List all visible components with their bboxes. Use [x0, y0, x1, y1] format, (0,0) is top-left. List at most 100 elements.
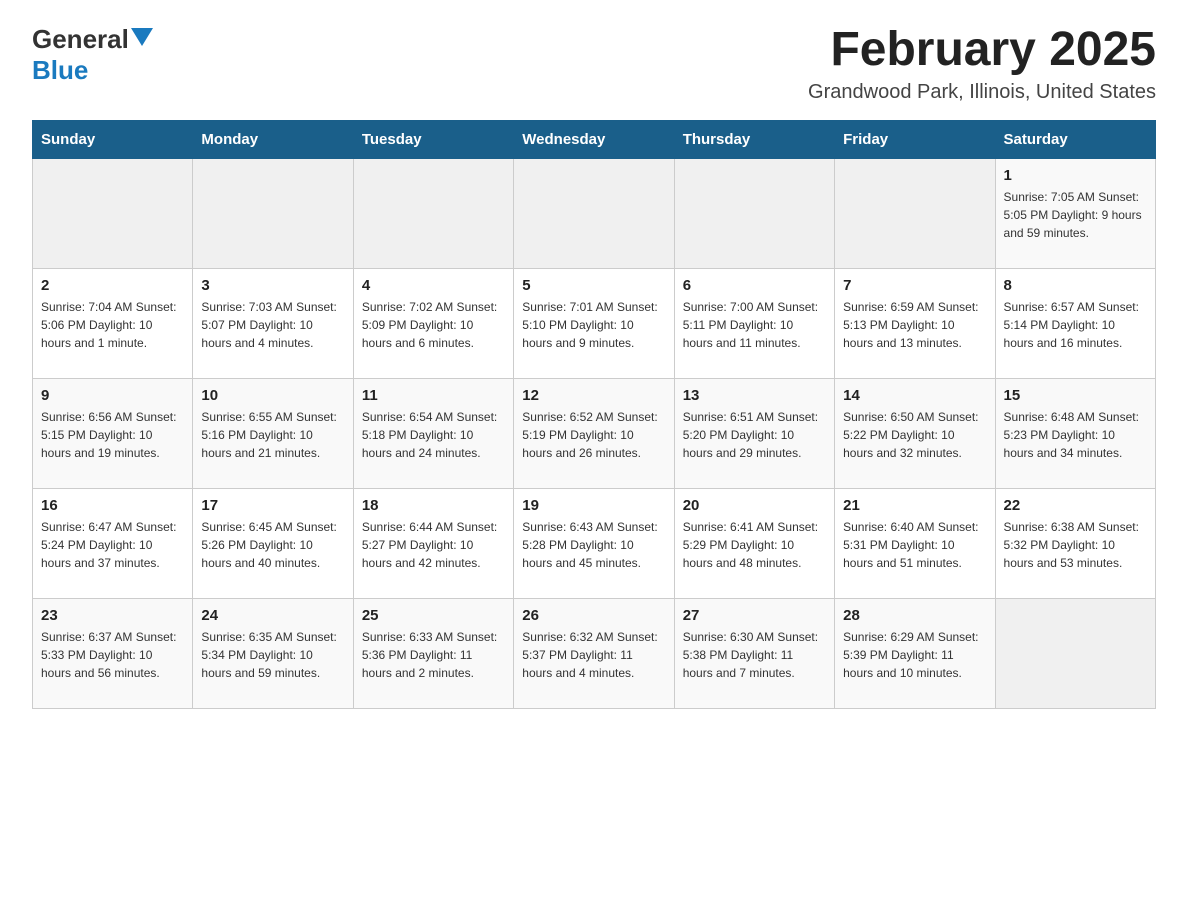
day-number: 13 — [683, 387, 826, 404]
day-info: Sunrise: 6:54 AM Sunset: 5:18 PM Dayligh… — [362, 408, 505, 462]
calendar-cell: 7 Sunrise: 6:59 AM Sunset: 5:13 PM Daylig… — [835, 268, 995, 378]
calendar-week-row: 23Sunrise: 6:37 AM Sunset: 5:33 PM Dayli… — [33, 598, 1156, 708]
day-number: 25 — [362, 607, 505, 624]
calendar-header-wednesday: Wednesday — [514, 120, 674, 158]
day-number: 6 — [683, 277, 826, 294]
day-number: 10 — [201, 387, 344, 404]
calendar-cell: 12 Sunrise: 6:52 AM Sunset: 5:19 PM Dayli… — [514, 378, 674, 488]
day-info: Sunrise: 6:59 AM Sunset: 5:13 PM Dayligh… — [843, 298, 986, 352]
day-info: Sunrise: 6:56 AM Sunset: 5:15 PM Dayligh… — [41, 408, 184, 462]
calendar-cell — [33, 158, 193, 268]
day-info: Sunrise: 7:04 AM Sunset: 5:06 PM Dayligh… — [41, 298, 184, 352]
day-info: Sunrise: 6:51 AM Sunset: 5:20 PM Dayligh… — [683, 408, 826, 462]
calendar-cell — [514, 158, 674, 268]
day-info: Sunrise: 6:55 AM Sunset: 5:16 PM Dayligh… — [201, 408, 344, 462]
calendar-week-row: 16 Sunrise: 6:47 AM Sunset: 5:24 PM Dayli… — [33, 488, 1156, 598]
calendar-cell: 14 Sunrise: 6:50 AM Sunset: 5:22 PM Dayli… — [835, 378, 995, 488]
calendar-cell: 3Sunrise: 7:03 AM Sunset: 5:07 PM Daylig… — [193, 268, 353, 378]
day-info: Sunrise: 6:33 AM Sunset: 5:36 PM Dayligh… — [362, 628, 505, 682]
calendar-cell — [835, 158, 995, 268]
day-info: Sunrise: 6:30 AM Sunset: 5:38 PM Dayligh… — [683, 628, 826, 682]
day-number: 23 — [41, 607, 184, 624]
day-number: 16 — [41, 497, 184, 514]
calendar-header-thursday: Thursday — [674, 120, 834, 158]
day-number: 15 — [1004, 387, 1147, 404]
calendar-header-sunday: Sunday — [33, 120, 193, 158]
calendar-header-friday: Friday — [835, 120, 995, 158]
day-info: Sunrise: 6:43 AM Sunset: 5:28 PM Dayligh… — [522, 518, 665, 572]
logo-arrow-icon — [131, 28, 153, 46]
day-info: Sunrise: 6:45 AM Sunset: 5:26 PM Dayligh… — [201, 518, 344, 572]
page-subtitle: Grandwood Park, Illinois, United States — [808, 81, 1156, 104]
day-number: 20 — [683, 497, 826, 514]
day-number: 8 — [1004, 277, 1147, 294]
title-block: February 2025 Grandwood Park, Illinois, … — [808, 24, 1156, 104]
day-info: Sunrise: 6:44 AM Sunset: 5:27 PM Dayligh… — [362, 518, 505, 572]
calendar-cell: 28 Sunrise: 6:29 AM Sunset: 5:39 PM Dayli… — [835, 598, 995, 708]
day-number: 12 — [522, 387, 665, 404]
day-info: Sunrise: 6:50 AM Sunset: 5:22 PM Dayligh… — [843, 408, 986, 462]
calendar-cell: 11 Sunrise: 6:54 AM Sunset: 5:18 PM Dayli… — [353, 378, 513, 488]
calendar-cell: 20 Sunrise: 6:41 AM Sunset: 5:29 PM Dayli… — [674, 488, 834, 598]
calendar-cell: 23Sunrise: 6:37 AM Sunset: 5:33 PM Dayli… — [33, 598, 193, 708]
calendar-table: SundayMondayTuesdayWednesdayThursdayFrid… — [32, 120, 1156, 709]
calendar-cell: 1Sunrise: 7:05 AM Sunset: 5:05 PM Daylig… — [995, 158, 1155, 268]
day-number: 24 — [201, 607, 344, 624]
day-info: Sunrise: 6:52 AM Sunset: 5:19 PM Dayligh… — [522, 408, 665, 462]
calendar-cell: 19 Sunrise: 6:43 AM Sunset: 5:28 PM Dayli… — [514, 488, 674, 598]
day-info: Sunrise: 6:47 AM Sunset: 5:24 PM Dayligh… — [41, 518, 184, 572]
page-title: February 2025 — [808, 24, 1156, 77]
calendar-cell — [995, 598, 1155, 708]
calendar-week-row: 2 Sunrise: 7:04 AM Sunset: 5:06 PM Daylig… — [33, 268, 1156, 378]
day-number: 22 — [1004, 497, 1147, 514]
calendar-cell: 6 Sunrise: 7:00 AM Sunset: 5:11 PM Daylig… — [674, 268, 834, 378]
day-info: Sunrise: 7:01 AM Sunset: 5:10 PM Dayligh… — [522, 298, 665, 352]
calendar-cell: 13 Sunrise: 6:51 AM Sunset: 5:20 PM Dayli… — [674, 378, 834, 488]
day-info: Sunrise: 7:02 AM Sunset: 5:09 PM Dayligh… — [362, 298, 505, 352]
day-number: 2 — [41, 277, 184, 294]
calendar-cell: 9 Sunrise: 6:56 AM Sunset: 5:15 PM Daylig… — [33, 378, 193, 488]
day-info: Sunrise: 6:35 AM Sunset: 5:34 PM Dayligh… — [201, 628, 344, 682]
calendar-header-saturday: Saturday — [995, 120, 1155, 158]
calendar-cell: 25 Sunrise: 6:33 AM Sunset: 5:36 PM Dayli… — [353, 598, 513, 708]
calendar-header-tuesday: Tuesday — [353, 120, 513, 158]
day-number: 7 — [843, 277, 986, 294]
calendar-cell — [193, 158, 353, 268]
day-info: Sunrise: 6:32 AM Sunset: 5:37 PM Dayligh… — [522, 628, 665, 682]
calendar-cell: 15 Sunrise: 6:48 AM Sunset: 5:23 PM Dayli… — [995, 378, 1155, 488]
calendar-cell — [353, 158, 513, 268]
day-info: Sunrise: 6:38 AM Sunset: 5:32 PM Dayligh… — [1004, 518, 1147, 572]
day-number: 9 — [41, 387, 184, 404]
day-number: 3 — [201, 277, 344, 294]
day-number: 17 — [201, 497, 344, 514]
day-number: 26 — [522, 607, 665, 624]
day-number: 5 — [522, 277, 665, 294]
day-info: Sunrise: 6:48 AM Sunset: 5:23 PM Dayligh… — [1004, 408, 1147, 462]
day-info: Sunrise: 6:40 AM Sunset: 5:31 PM Dayligh… — [843, 518, 986, 572]
calendar-week-row: 9 Sunrise: 6:56 AM Sunset: 5:15 PM Daylig… — [33, 378, 1156, 488]
day-info: Sunrise: 6:29 AM Sunset: 5:39 PM Dayligh… — [843, 628, 986, 682]
day-info: Sunrise: 7:00 AM Sunset: 5:11 PM Dayligh… — [683, 298, 826, 352]
calendar-cell: 22 Sunrise: 6:38 AM Sunset: 5:32 PM Dayli… — [995, 488, 1155, 598]
calendar-cell: 18 Sunrise: 6:44 AM Sunset: 5:27 PM Dayli… — [353, 488, 513, 598]
day-number: 21 — [843, 497, 986, 514]
calendar-cell: 16 Sunrise: 6:47 AM Sunset: 5:24 PM Dayli… — [33, 488, 193, 598]
day-number: 14 — [843, 387, 986, 404]
day-info: Sunrise: 6:41 AM Sunset: 5:29 PM Dayligh… — [683, 518, 826, 572]
page-header: General Blue February 2025 Grandwood Par… — [32, 24, 1156, 104]
calendar-cell: 2 Sunrise: 7:04 AM Sunset: 5:06 PM Daylig… — [33, 268, 193, 378]
day-number: 1 — [1004, 167, 1147, 184]
calendar-header-monday: Monday — [193, 120, 353, 158]
logo: General Blue — [32, 24, 153, 86]
day-number: 11 — [362, 387, 505, 404]
calendar-cell: 21 Sunrise: 6:40 AM Sunset: 5:31 PM Dayli… — [835, 488, 995, 598]
day-number: 19 — [522, 497, 665, 514]
logo-blue: Blue — [32, 55, 88, 86]
day-number: 28 — [843, 607, 986, 624]
logo-general: General — [32, 24, 129, 55]
day-info: Sunrise: 6:57 AM Sunset: 5:14 PM Dayligh… — [1004, 298, 1147, 352]
calendar-cell: 24 Sunrise: 6:35 AM Sunset: 5:34 PM Dayli… — [193, 598, 353, 708]
day-number: 27 — [683, 607, 826, 624]
calendar-cell — [674, 158, 834, 268]
day-number: 18 — [362, 497, 505, 514]
